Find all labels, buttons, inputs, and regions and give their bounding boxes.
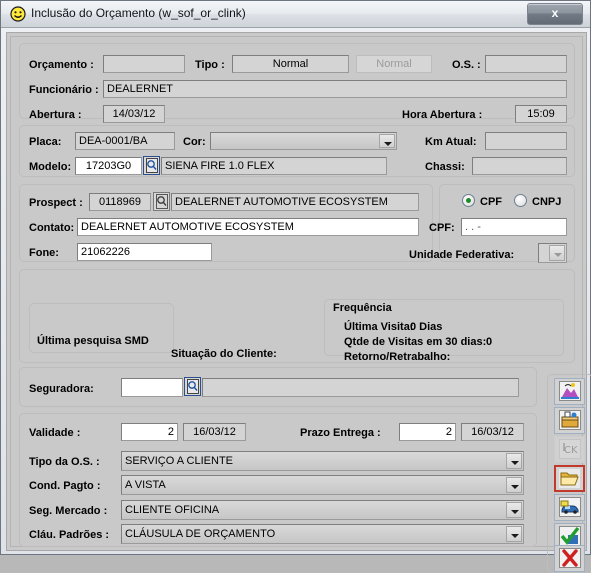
seguradora-desc-input[interactable]	[202, 378, 519, 397]
open-folder-icon[interactable]	[554, 465, 585, 492]
red-x-icon[interactable]	[554, 545, 585, 572]
label-qtde-visitas: Qtde de Visitas em 30 dias:	[344, 336, 487, 348]
os-input[interactable]	[485, 55, 567, 73]
cor-combobox[interactable]	[210, 132, 397, 150]
chevron-down-icon[interactable]	[549, 245, 565, 261]
clau-padroes-combobox[interactable]: CLÁUSULA DE ORÇAMENTO	[121, 524, 524, 544]
modelo-code-input[interactable]: 17203G0	[75, 157, 142, 175]
prospect-code-input[interactable]: 0118969	[89, 193, 151, 211]
label-cpf: CPF:	[429, 222, 455, 234]
close-button[interactable]: x	[527, 3, 583, 25]
validade-date-input[interactable]: 16/03/12	[183, 423, 246, 441]
prazo-entrega-date-input[interactable]: 16/03/12	[461, 423, 524, 441]
prospect-name-input[interactable]: DEALERNET AUTOMOTIVE ECOSYSTEM	[171, 193, 419, 211]
label-seguradora: Seguradora:	[29, 383, 94, 395]
contato-input[interactable]: DEALERNET AUTOMOTIVE ECOSYSTEM	[77, 218, 419, 236]
cpf-input[interactable]: . . -	[461, 218, 567, 236]
label-seg-mercado: Seg. Mercado :	[29, 505, 108, 517]
clau-padroes-value: CLÁUSULA DE ORÇAMENTO	[125, 528, 276, 540]
chassi-input[interactable]	[472, 157, 567, 175]
modelo-lookup-icon[interactable]	[143, 156, 160, 175]
tipo-normal-button[interactable]: Normal	[356, 55, 432, 73]
label-fone: Fone:	[29, 247, 59, 259]
radio-cpf[interactable]	[462, 194, 475, 207]
value-qtde-visitas: 0	[486, 336, 493, 348]
svg-text:CK: CK	[564, 445, 578, 456]
chevron-down-icon[interactable]	[506, 453, 522, 469]
label-contato: Contato:	[29, 222, 75, 234]
client-area: Orçamento : Tipo : Normal Normal O.S. : …	[6, 32, 591, 573]
smiley-face-icon	[10, 6, 26, 22]
label-clau-padroes: Cláu. Padrões :	[29, 529, 110, 541]
title-bar: Inclusão do Orçamento (w_sof_or_clink) x	[1, 1, 590, 28]
tipo-os-combobox[interactable]: SERVIÇO A CLIENTE	[121, 451, 524, 471]
chevron-down-icon[interactable]	[506, 502, 522, 518]
prazo-entrega-days-input[interactable]: 2	[399, 423, 456, 441]
paint-palette-icon[interactable]	[554, 378, 585, 405]
window-title: Inclusão do Orçamento (w_sof_or_clink)	[31, 6, 246, 20]
label-os: O.S. :	[452, 59, 481, 71]
km-atual-input[interactable]	[485, 132, 567, 150]
cond-pagto-combobox[interactable]: A VISTA	[121, 475, 524, 495]
chevron-down-icon[interactable]	[506, 526, 522, 542]
modelo-desc-input[interactable]: SIENA FIRE 1.0 FLEX	[161, 157, 387, 175]
uf-combobox[interactable]	[538, 243, 567, 263]
label-chassi: Chassi:	[425, 161, 465, 173]
ok-text-icon: CK	[554, 436, 585, 463]
chevron-down-icon[interactable]	[506, 477, 522, 493]
label-tipo-os: Tipo da O.S. :	[29, 456, 100, 468]
open-drawer-icon[interactable]	[554, 407, 585, 434]
tipo-os-value: SERVIÇO A CLIENTE	[125, 455, 234, 467]
validade-days-input[interactable]: 2	[121, 423, 178, 441]
label-tipo: Tipo :	[195, 59, 225, 71]
label-abertura: Abertura :	[29, 109, 82, 121]
car-icon[interactable]	[554, 494, 585, 521]
label-prazo-entrega: Prazo Entrega :	[300, 427, 381, 439]
radio-cnpj[interactable]	[514, 194, 527, 207]
label-unidade-federativa: Unidade Federativa:	[409, 249, 515, 261]
prospect-lookup-icon[interactable]	[153, 192, 170, 211]
seguradora-code-input[interactable]	[121, 378, 183, 397]
label-hora-abertura: Hora Abertura :	[402, 109, 483, 121]
label-cond-pagto: Cond. Pagto :	[29, 480, 101, 492]
form-panel: Orçamento : Tipo : Normal Normal O.S. : …	[10, 36, 591, 573]
label-placa: Placa:	[29, 136, 62, 148]
seguradora-lookup-icon[interactable]	[184, 377, 201, 396]
tipo-input[interactable]: Normal	[232, 55, 349, 73]
label-km-atual: Km Atual:	[425, 136, 477, 148]
label-retorno-retrabalho: Retorno/Retrabalho:	[344, 351, 451, 363]
label-ultima-pesquisa-smd: Última pesquisa SMD	[37, 335, 149, 347]
seg-mercado-combobox[interactable]: CLIENTE OFICINA	[121, 500, 524, 520]
application-window: Inclusão do Orçamento (w_sof_or_clink) x…	[0, 0, 591, 573]
cond-pagto-value: A VISTA	[125, 479, 166, 491]
abertura-date-input[interactable]: 14/03/12	[103, 105, 165, 123]
label-situacao-cliente: Situação do Cliente:	[171, 348, 277, 360]
value-ultima-visita: 0 Dias	[410, 321, 443, 333]
seg-mercado-value: CLIENTE OFICINA	[125, 504, 220, 516]
label-prospect: Prospect :	[29, 197, 83, 209]
chevron-down-icon[interactable]	[379, 134, 395, 148]
caption-frequencia: Frequência	[331, 302, 394, 314]
label-orcamento: Orçamento :	[29, 59, 94, 71]
label-cnpj-radio: CNPJ	[532, 196, 562, 208]
fone-input[interactable]: 21062226	[77, 243, 212, 261]
placa-input[interactable]: DEA-0001/BA	[75, 132, 175, 150]
label-validade: Validade :	[29, 427, 81, 439]
label-funcionario: Funcionário :	[29, 84, 99, 96]
funcionario-input[interactable]: DEALERNET	[103, 80, 567, 98]
label-modelo: Modelo:	[29, 161, 72, 173]
label-cor: Cor:	[183, 136, 206, 148]
hora-abertura-input[interactable]: 15:09	[515, 105, 567, 123]
label-cpf-radio: CPF	[480, 196, 502, 208]
label-ultima-visita: Última Visita:	[344, 321, 414, 333]
orcamento-input[interactable]	[103, 55, 185, 73]
